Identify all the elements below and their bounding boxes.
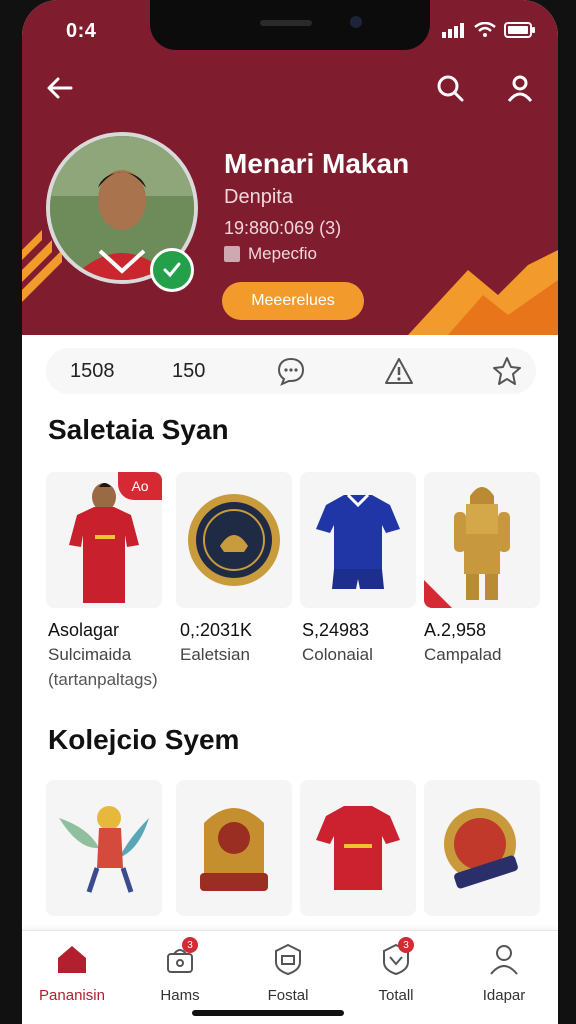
wifi-icon bbox=[474, 22, 496, 37]
bag-icon: 3 bbox=[160, 937, 200, 979]
search-icon bbox=[437, 75, 464, 102]
collection-card-red-jersey[interactable] bbox=[300, 780, 416, 916]
nav-item-totall[interactable]: 3 Totall bbox=[346, 937, 446, 1019]
product-card-jersey-blue[interactable] bbox=[300, 472, 416, 608]
comment-icon bbox=[277, 357, 305, 386]
follow-button[interactable]: Meeerelues bbox=[222, 282, 364, 320]
item-sub-3: Colonaial bbox=[302, 645, 373, 664]
favorite-button[interactable] bbox=[490, 354, 524, 388]
nav-label-totall: Totall bbox=[378, 987, 414, 1004]
item-price-2: 0,:2031K bbox=[180, 620, 253, 640]
device-notch bbox=[150, 0, 430, 50]
item-price-4: A.2,958 bbox=[424, 620, 487, 640]
profile-role: Denpita bbox=[224, 186, 293, 208]
nav-item-fostal[interactable]: Fostal bbox=[238, 939, 338, 1019]
profile-header: 0:4 Menari Makan Denpita 19:880:069 (3) … bbox=[22, 0, 558, 335]
nav-label-hams: Hams bbox=[160, 987, 200, 1004]
collection-card-mascot[interactable] bbox=[46, 780, 162, 916]
product-card-gold-badge[interactable] bbox=[176, 472, 292, 608]
status-time: 0:4 bbox=[66, 20, 97, 42]
item-sub2-1: (tartanpaltags) bbox=[48, 670, 158, 689]
product-card-gold-armor[interactable] bbox=[424, 472, 540, 608]
mascot-bird-image bbox=[59, 806, 149, 893]
home-icon bbox=[52, 939, 92, 979]
nav-label-idapar: Idapar bbox=[482, 987, 526, 1004]
golden-crest-image bbox=[200, 808, 268, 891]
nav-item-idapar[interactable]: Idapar bbox=[454, 939, 554, 1019]
nav-badge-totall: 3 bbox=[398, 937, 414, 953]
collection-card-crest[interactable] bbox=[176, 780, 292, 916]
gold-medallion-image bbox=[188, 494, 280, 586]
nav-item-home[interactable]: Pananisin bbox=[22, 939, 122, 1019]
nav-label-fostal: Fostal bbox=[267, 987, 309, 1004]
gold-armor-image bbox=[454, 487, 510, 600]
nav-label-home: Pananisin bbox=[39, 987, 105, 1004]
search-button[interactable] bbox=[432, 70, 468, 106]
profile-tag: Mepecfio bbox=[224, 244, 317, 264]
phone-frame: 0:4 Menari Makan Denpita 19:880:069 (3) … bbox=[0, 0, 576, 1024]
tag-icon bbox=[224, 246, 240, 262]
comment-button[interactable] bbox=[274, 354, 308, 388]
item-sub-2: Ealetsian bbox=[180, 645, 250, 664]
red-jersey-image bbox=[316, 806, 400, 890]
stat-count-2: 150 bbox=[172, 360, 206, 382]
verified-badge bbox=[150, 248, 194, 292]
nav-item-hams[interactable]: 3 Hams bbox=[130, 937, 230, 1019]
user-icon bbox=[484, 939, 524, 979]
item-sub-1: Sulcimaida bbox=[48, 645, 132, 664]
stat-count-1: 1508 bbox=[70, 360, 115, 382]
profile-tag-label: Mepecfio bbox=[248, 244, 317, 263]
item-price-3: S,24983 bbox=[302, 620, 370, 640]
account-button[interactable] bbox=[502, 70, 538, 106]
front-camera bbox=[350, 16, 362, 28]
arrow-left-icon bbox=[47, 77, 73, 99]
item-title-1: Asolagar bbox=[48, 620, 120, 640]
status-icons bbox=[442, 22, 536, 38]
user-icon bbox=[507, 75, 533, 102]
decorative-mountain bbox=[408, 250, 558, 335]
back-button[interactable] bbox=[42, 70, 78, 106]
star-icon bbox=[493, 357, 521, 385]
signal-icon bbox=[442, 23, 464, 38]
gold-medallion-image-2 bbox=[444, 808, 518, 889]
home-indicator[interactable] bbox=[192, 1010, 344, 1016]
verified-icon bbox=[163, 262, 181, 278]
alert-button[interactable] bbox=[382, 354, 416, 388]
blue-jersey-image bbox=[316, 493, 400, 589]
section-title-collection: Kolejcio Syem bbox=[48, 724, 240, 755]
product-card-jersey-red[interactable]: Ao bbox=[46, 472, 162, 608]
section-title-sale: Saletaia Syan bbox=[48, 414, 229, 445]
stats-bar: 1508 150 bbox=[46, 348, 536, 394]
app-screen: 0:4 Menari Makan Denpita 19:880:069 (3) … bbox=[22, 0, 558, 1024]
profile-name: Menari Makan bbox=[224, 148, 410, 179]
collection-card-medallion[interactable] bbox=[424, 780, 540, 916]
card-corner-badge: Ao bbox=[118, 472, 162, 500]
warning-icon bbox=[385, 358, 413, 384]
profile-id: 19:880:069 (3) bbox=[224, 218, 342, 238]
shield-icon bbox=[268, 939, 308, 979]
battery-icon bbox=[504, 22, 535, 38]
vote-icon: 3 bbox=[376, 937, 416, 979]
speaker-grille bbox=[260, 20, 312, 26]
item-sub-4: Campalad bbox=[424, 645, 502, 664]
nav-badge-hams: 3 bbox=[182, 937, 198, 953]
